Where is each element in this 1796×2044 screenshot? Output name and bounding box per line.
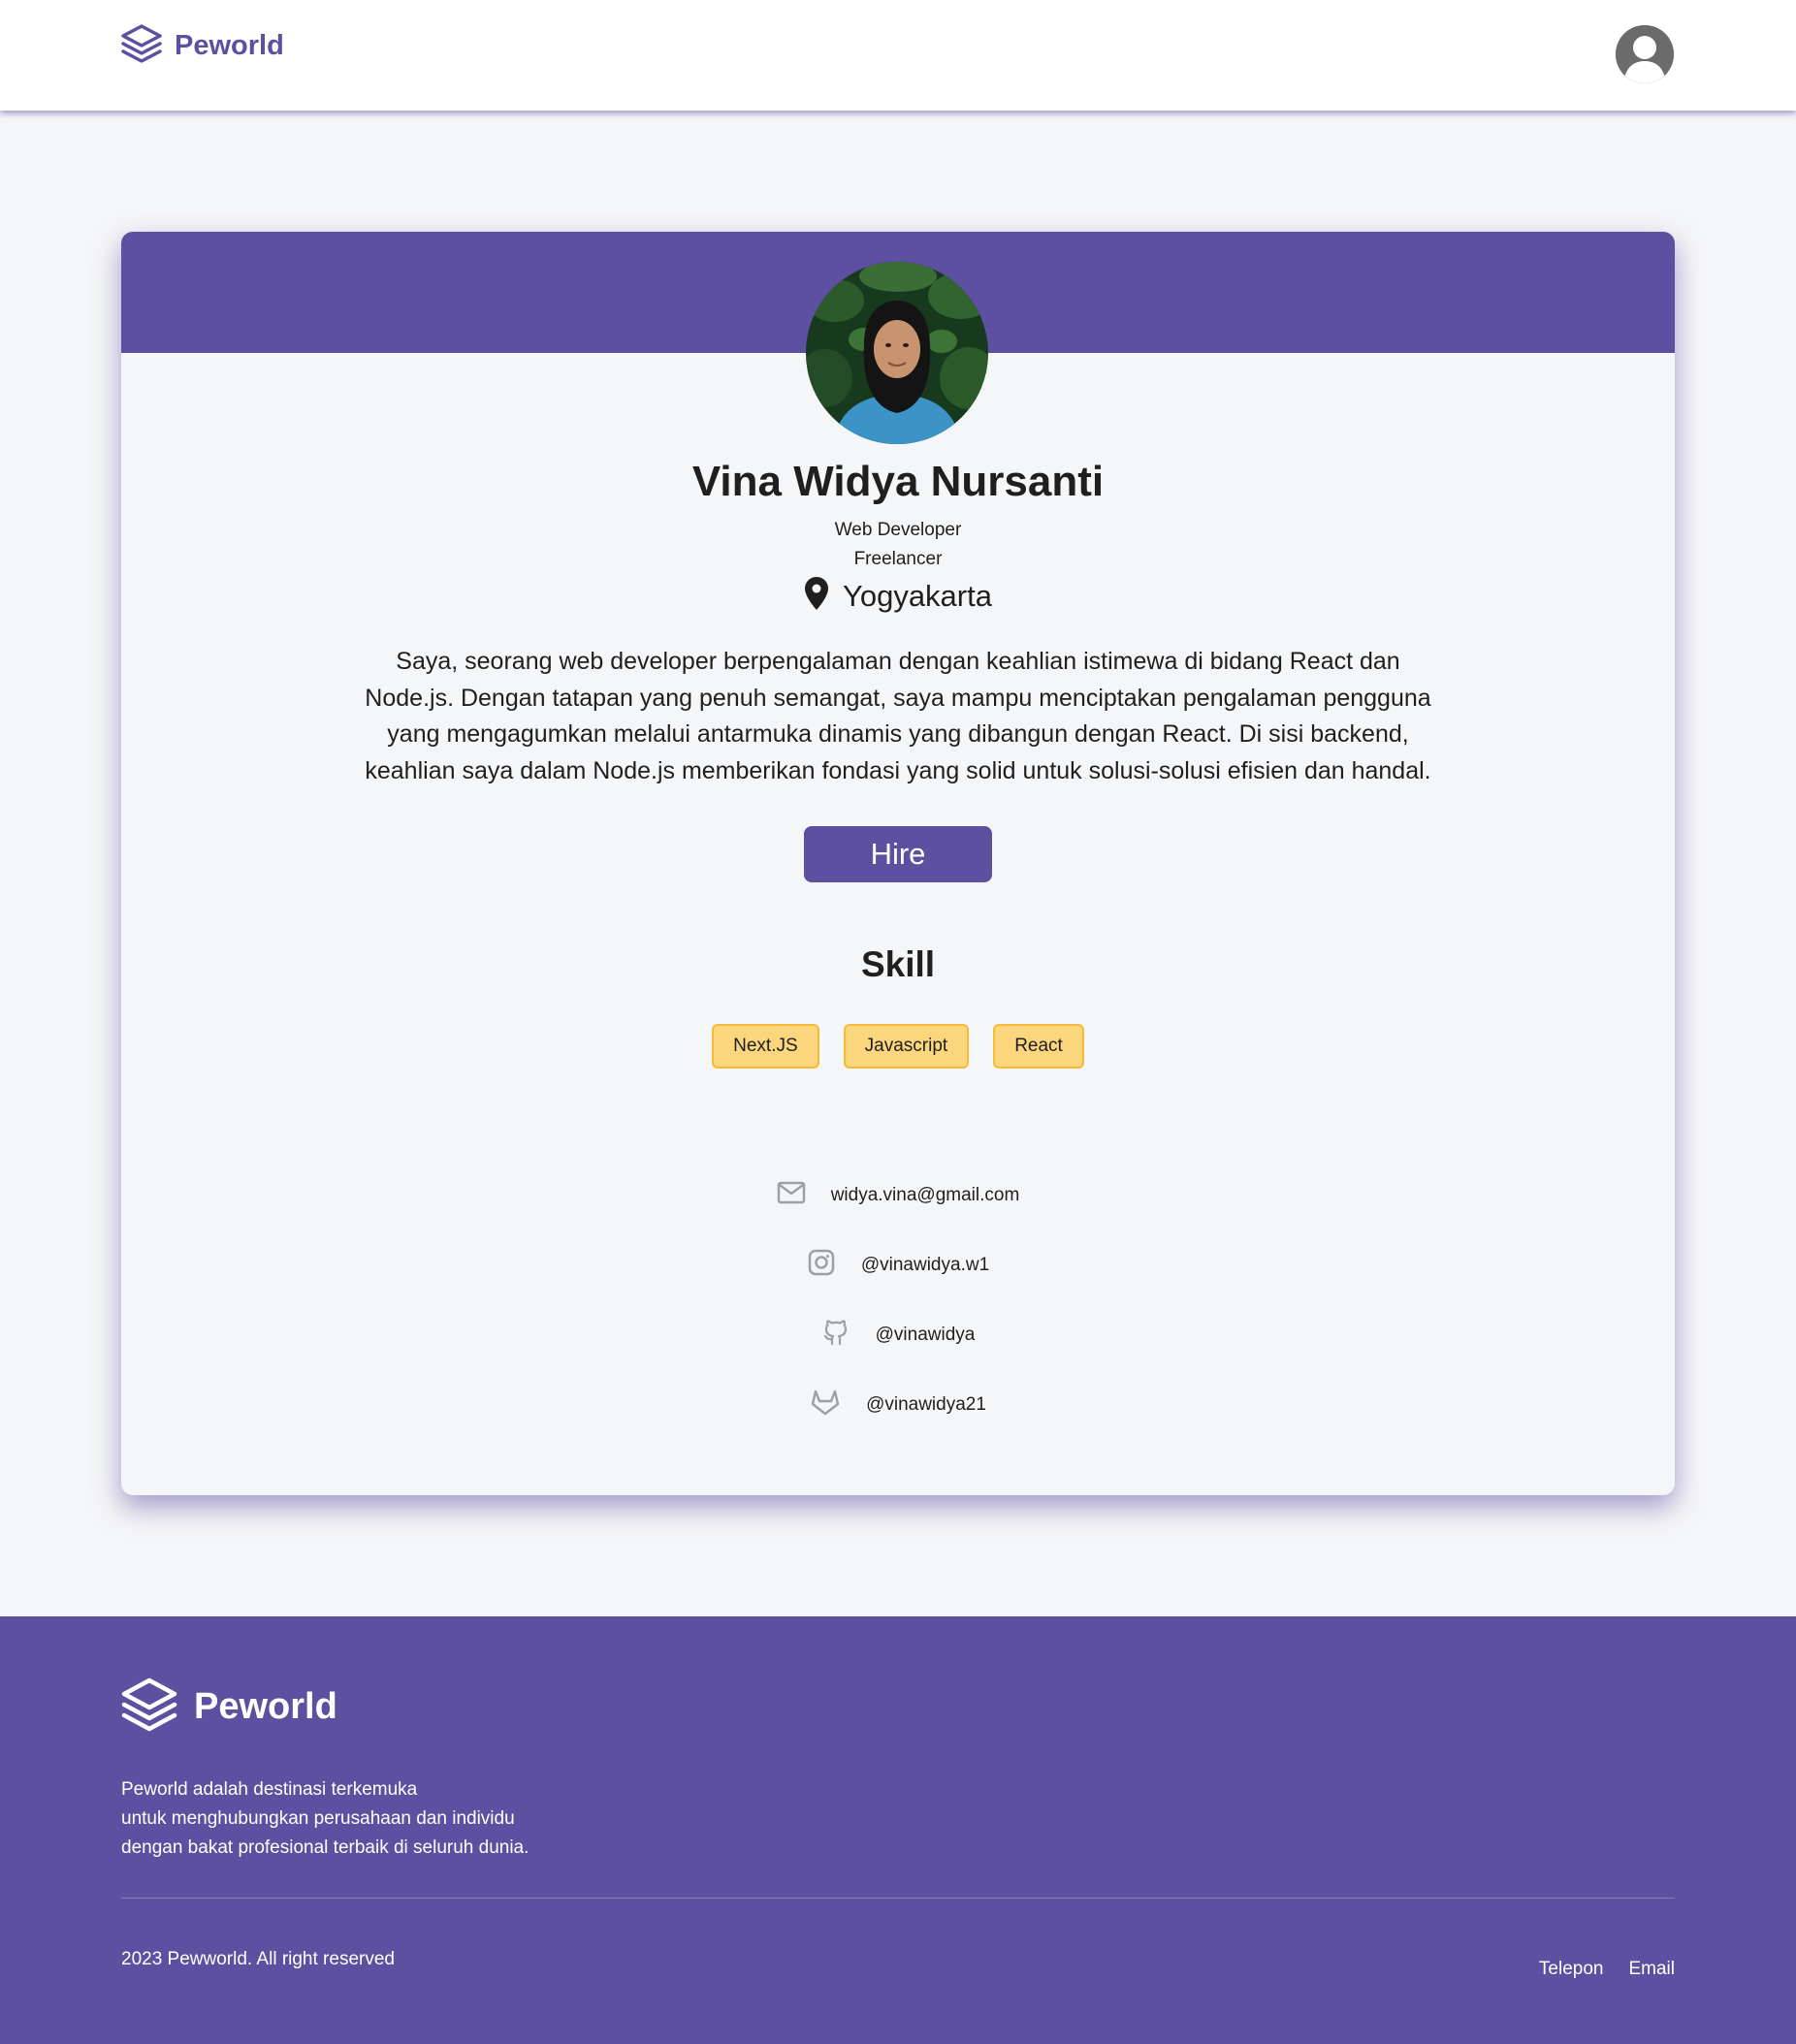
profile-location: Yogyakarta	[121, 576, 1675, 616]
footer-brand-name: Peworld	[194, 1686, 337, 1727]
skill-heading: Skill	[860, 944, 936, 984]
page-footer: Peworld Peworld adalah destinasi terkemu…	[0, 1616, 1796, 2044]
location-text: Yogyakarta	[843, 578, 992, 613]
footer-link-telepon[interactable]: Telepon	[1539, 1959, 1604, 1980]
top-navbar: Peworld	[0, 0, 1796, 111]
skill-chip: Javascript	[843, 1024, 970, 1069]
footer-links: Telepon Email	[1539, 1959, 1675, 1980]
contact-email-text: widya.vina@gmail.com	[830, 1184, 1020, 1205]
gitlab-icon	[810, 1388, 841, 1421]
profile-name: Vina Widya Nursanti	[691, 458, 1105, 505]
footer-brand: Peworld	[120, 1677, 337, 1738]
contact-instagram[interactable]: @vinawidya.w1	[807, 1247, 989, 1283]
brand-logo-link[interactable]: Peworld	[120, 23, 284, 68]
footer-description: Peworld adalah destinasi terkemuka untuk…	[121, 1775, 703, 1863]
profile-photo	[806, 262, 988, 444]
profile-status: Freelancer	[853, 549, 943, 569]
profile-bio: Saya, seorang web developer berpengalama…	[365, 648, 1431, 784]
hire-button[interactable]: Hire	[804, 826, 992, 882]
contact-github[interactable]: @vinawidya	[821, 1317, 976, 1353]
skill-chip: React	[993, 1024, 1084, 1069]
contact-instagram-text: @vinawidya.w1	[860, 1254, 990, 1275]
footer-divider	[121, 1898, 1675, 1899]
github-icon	[821, 1318, 850, 1352]
layers-icon	[120, 23, 163, 69]
footer-link-email[interactable]: Email	[1628, 1959, 1675, 1980]
profile-card: Vina Widya Nursanti Web Developer Freela…	[121, 232, 1675, 1495]
brand-name: Peworld	[175, 29, 284, 61]
contact-email[interactable]: widya.vina@gmail.com	[777, 1177, 1020, 1213]
footer-description-line: dengan bakat profesional terbaik di selu…	[121, 1837, 529, 1858]
skill-chip: Next.JS	[712, 1024, 819, 1069]
profile-role: Web Developer	[834, 520, 962, 540]
contact-github-text: @vinawidya	[875, 1324, 976, 1345]
footer-description-line: untuk menghubungkan perusahaan dan indiv…	[121, 1808, 515, 1829]
user-avatar-icon[interactable]	[1616, 25, 1674, 83]
layers-icon	[120, 1677, 178, 1738]
footer-description-line: Peworld adalah destinasi terkemuka	[121, 1779, 418, 1800]
mail-icon	[777, 1181, 806, 1209]
contact-gitlab[interactable]: @vinawidya21	[810, 1387, 986, 1422]
contact-list: widya.vina@gmail.com @vinawidya.w1 @vina…	[121, 1177, 1675, 1422]
instagram-icon	[807, 1248, 836, 1282]
contact-gitlab-text: @vinawidya21	[866, 1393, 986, 1415]
copyright-text: 2023 Pewworld. All right reserved	[121, 1949, 395, 1969]
map-pin-icon	[804, 576, 829, 616]
skill-list: Next.JS Javascript React	[121, 1024, 1675, 1069]
